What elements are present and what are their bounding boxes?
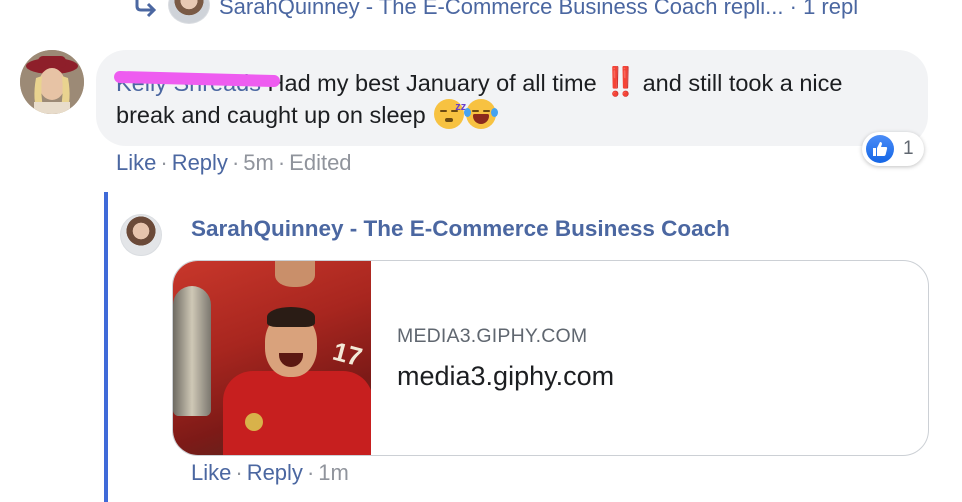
reaction-count: 1 (903, 138, 914, 159)
sleeping-face-icon: zz (434, 99, 466, 129)
reply-actions: Like · Reply · 1m (191, 460, 349, 485)
reply-link[interactable]: Reply (247, 460, 303, 485)
link-domain: MEDIA3.GIPHY.COM (397, 325, 588, 347)
like-link[interactable]: Like (116, 150, 156, 175)
avatar[interactable] (20, 50, 84, 114)
like-link[interactable]: Like (191, 460, 231, 485)
thumbs-up-icon (866, 135, 894, 163)
avatar[interactable] (120, 214, 162, 256)
comment-body: Kelly Shreads Had my best January of all… (113, 66, 906, 131)
reply-author-name[interactable]: SarahQuinney - The E-Commerce Business C… (191, 216, 730, 242)
reply-link[interactable]: Reply (172, 150, 228, 175)
comment-author-link[interactable]: Kelly Shreads (113, 70, 281, 96)
link-title: media3.giphy.com (397, 361, 615, 391)
tears-of-joy-icon (464, 99, 499, 129)
comment-actions: Like · Reply · 5m · Edited (116, 150, 352, 175)
view-replies-link[interactable]: SarahQuinney - The E-Commerce Business C… (219, 0, 858, 20)
link-preview-card[interactable]: 17 MEDIA3.GIPHY.COM media3.giphy.com (172, 260, 929, 456)
comment-text-1: Had my best January of all time (267, 70, 597, 96)
reply-arrow-icon (135, 0, 157, 18)
double-exclamation-icon: ‼️ (603, 66, 638, 97)
edited-label[interactable]: Edited (289, 150, 351, 175)
link-thumbnail: 17 (173, 261, 371, 455)
comment-timestamp[interactable]: 5m (243, 150, 274, 175)
reply-count: · 1 repl (789, 0, 859, 19)
reply-timestamp[interactable]: 1m (318, 460, 349, 485)
reaction-badge[interactable]: 1 (862, 132, 924, 166)
view-replies-label: SarahQuinney - The E-Commerce Business C… (219, 0, 784, 19)
thread-indicator (104, 192, 108, 502)
avatar[interactable] (168, 0, 210, 24)
profile-photo (20, 50, 84, 114)
